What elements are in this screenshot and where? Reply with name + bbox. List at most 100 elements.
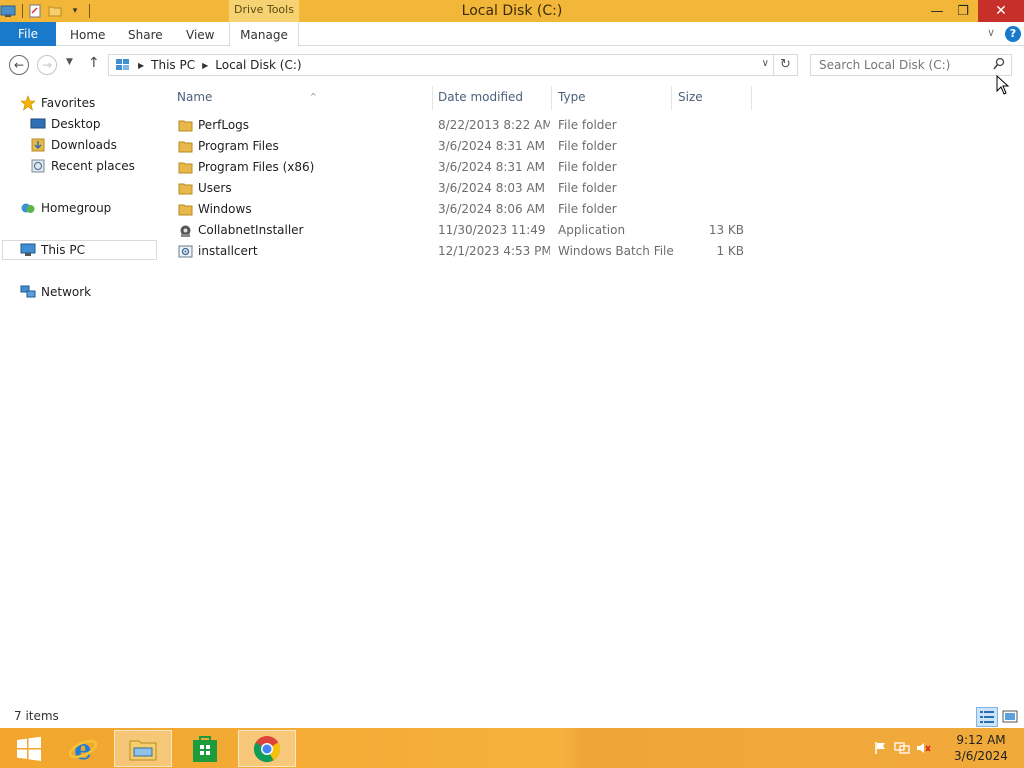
taskbar-clock[interactable]: 9:12 AM 3/6/2024 — [948, 732, 1014, 764]
recent-locations-button[interactable]: ▼ — [66, 57, 73, 67]
store-icon — [193, 735, 217, 762]
column-header-name-label: Name — [177, 90, 213, 104]
nav-favorites[interactable]: Favorites — [20, 93, 95, 113]
breadcrumb-this-pc[interactable]: This PC — [151, 58, 195, 72]
explorer-app-icon[interactable] — [0, 3, 16, 19]
file-type: File folder — [558, 139, 617, 153]
breadcrumb-separator[interactable]: ▶ — [202, 61, 208, 70]
large-icons-view-button[interactable] — [1000, 708, 1020, 726]
refresh-button[interactable]: ↻ — [774, 54, 798, 76]
tab-manage[interactable]: Manage — [229, 22, 299, 46]
file-row-windows[interactable]: Windows 3/6/2024 8:06 AM File folder — [170, 199, 750, 220]
properties-icon[interactable] — [27, 3, 43, 19]
expand-ribbon-button[interactable]: ∨ — [984, 26, 998, 42]
nav-downloads[interactable]: Downloads — [30, 135, 117, 155]
tab-share[interactable]: Share — [128, 22, 163, 46]
folder-icon — [178, 204, 193, 216]
desktop-icon — [30, 116, 46, 132]
file-row-program-files[interactable]: Program Files 3/6/2024 8:31 AM File fold… — [170, 136, 750, 157]
title-bar: ▾ Drive Tools Local Disk (C:) — ❐ ✕ — [0, 0, 1024, 22]
taskbar-store[interactable] — [176, 730, 234, 767]
close-button[interactable]: ✕ — [978, 0, 1024, 22]
back-button[interactable]: ← — [9, 55, 29, 75]
file-type: File folder — [558, 160, 617, 174]
file-date: 3/6/2024 8:31 AM — [438, 160, 546, 174]
batch-file-icon — [178, 245, 193, 258]
address-dropdown-button[interactable]: ∨ — [762, 58, 769, 69]
file-name: installcert — [198, 244, 258, 258]
column-header-size[interactable]: Size — [672, 86, 752, 110]
file-row-installcert[interactable]: installcert 12/1/2023 4:53 PM Windows Ba… — [170, 241, 750, 262]
sort-ascending-icon: ^ — [310, 92, 317, 101]
clock-time: 9:12 AM — [956, 733, 1006, 747]
recent-places-icon — [30, 158, 46, 174]
file-row-collabnetinstaller[interactable]: CollabnetInstaller 11/30/2023 11:49 ... … — [170, 220, 750, 241]
details-view-button[interactable] — [976, 707, 998, 727]
help-button[interactable]: ? — [1005, 26, 1021, 42]
file-type: Windows Batch File — [558, 244, 674, 258]
nav-network[interactable]: Network — [20, 282, 91, 302]
ribbon-tabs: File Home Share View Manage ∨ ? — [0, 22, 1024, 46]
file-size: 1 KB — [716, 244, 744, 258]
file-type: File folder — [558, 181, 617, 195]
clock-date: 3/6/2024 — [954, 749, 1008, 763]
file-name: PerfLogs — [198, 118, 250, 132]
file-type: File folder — [558, 202, 617, 216]
file-row-program-files-x86[interactable]: Program Files (x86) 3/6/2024 8:31 AM Fil… — [170, 157, 750, 178]
mouse-cursor-icon — [996, 75, 1010, 95]
file-row-users[interactable]: Users 3/6/2024 8:03 AM File folder — [170, 178, 750, 199]
taskbar-internet-explorer[interactable]: e — [54, 730, 112, 767]
file-name: Program Files — [198, 139, 279, 153]
tab-file[interactable]: File — [0, 22, 56, 46]
file-type: File folder — [558, 118, 617, 132]
nav-downloads-label: Downloads — [51, 138, 117, 152]
nav-network-label: Network — [41, 285, 92, 299]
nav-recent-places[interactable]: Recent places — [30, 156, 135, 176]
file-size — [676, 178, 744, 199]
folder-icon — [178, 141, 193, 153]
restore-button[interactable]: ❐ — [950, 0, 976, 22]
column-header-type[interactable]: Type — [552, 86, 672, 110]
column-header-name[interactable]: Name ^ — [171, 86, 433, 110]
file-list: Name ^ Date modified Type Size PerfLogs … — [158, 83, 1024, 705]
search-box[interactable] — [810, 54, 1012, 76]
nav-desktop-label: Desktop — [51, 117, 101, 131]
address-bar[interactable]: ▶ This PC ▶ Local Disk (C:) ∨ — [108, 54, 774, 76]
volume-muted-icon[interactable] — [914, 741, 934, 755]
minimize-button[interactable]: — — [924, 0, 950, 22]
this-pc-icon — [20, 242, 36, 258]
large-icons-view-icon — [1002, 710, 1018, 723]
tab-view[interactable]: View — [186, 22, 214, 46]
customize-qat-icon[interactable]: ▾ — [67, 3, 83, 19]
search-input[interactable] — [811, 55, 981, 75]
nav-this-pc[interactable]: This PC — [2, 240, 157, 260]
search-icon[interactable] — [993, 57, 1005, 71]
file-row-perflogs[interactable]: PerfLogs 8/22/2013 8:22 AM File folder — [170, 115, 750, 136]
taskbar-file-explorer[interactable] — [114, 730, 172, 767]
nav-homegroup[interactable]: Homegroup — [20, 198, 111, 218]
file-size: 13 KB — [708, 223, 744, 237]
network-tray-icon[interactable] — [890, 741, 914, 755]
breadcrumb-separator[interactable]: ▶ — [138, 61, 144, 70]
this-pc-icon — [116, 59, 129, 70]
nav-desktop[interactable]: Desktop — [30, 114, 101, 134]
up-button[interactable]: ↑ — [88, 55, 102, 71]
file-date: 3/6/2024 8:03 AM — [438, 181, 546, 195]
item-count: 7 items — [14, 709, 59, 723]
window-title: Local Disk (C:) — [461, 3, 563, 19]
start-button[interactable] — [0, 730, 58, 767]
tab-home[interactable]: Home — [70, 22, 105, 46]
taskbar-chrome[interactable] — [238, 730, 296, 767]
file-date: 11/30/2023 11:49 ... — [438, 223, 550, 237]
new-folder-icon[interactable] — [47, 3, 63, 19]
navigation-bar: ← → ▼ ↑ ▶ This PC ▶ Local Disk (C:) ∨ ↻ — [0, 46, 1024, 83]
forward-button[interactable]: → — [37, 55, 57, 75]
action-center-flag-icon[interactable] — [872, 741, 890, 755]
breadcrumb-local-disk[interactable]: Local Disk (C:) — [215, 58, 301, 72]
file-size — [676, 136, 744, 157]
column-header-date-modified[interactable]: Date modified — [432, 86, 552, 110]
file-name: Windows — [198, 202, 252, 216]
file-date: 12/1/2023 4:53 PM — [438, 244, 550, 258]
quick-access-toolbar: ▾ — [0, 0, 90, 22]
nav-favorites-label: Favorites — [41, 96, 96, 110]
